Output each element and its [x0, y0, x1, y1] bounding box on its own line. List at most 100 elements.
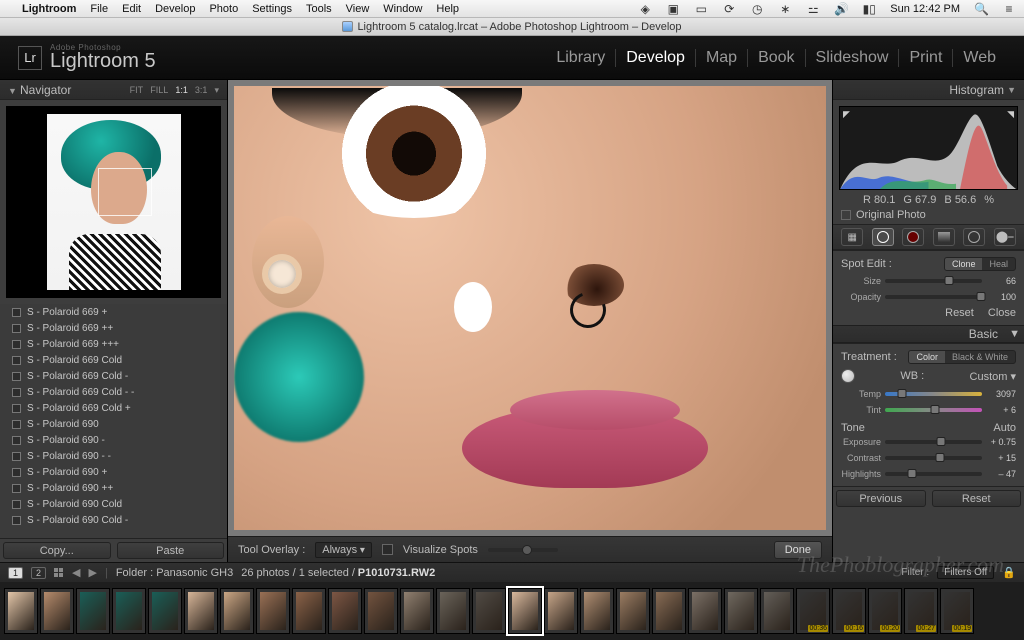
zoom-more-icon[interactable]: ▾	[214, 85, 219, 95]
zoom-3-1[interactable]: 3:1	[195, 85, 208, 95]
sync-icon[interactable]: ⟳	[722, 2, 736, 16]
filmstrip-thumb[interactable]	[652, 588, 686, 634]
clock[interactable]: Sun 12:42 PM	[890, 3, 960, 15]
filter-select[interactable]: Filters Off	[937, 566, 994, 579]
module-library[interactable]: Library	[546, 49, 616, 67]
filmstrip-thumb[interactable]	[400, 588, 434, 634]
mac-menubar[interactable]: Lightroom File Edit Develop Photo Settin…	[0, 0, 1024, 18]
done-button[interactable]: Done	[774, 541, 822, 559]
spot-clone[interactable]: Clone	[945, 258, 983, 270]
volume-icon[interactable]: 🔊	[834, 2, 848, 16]
filmstrip-thumb[interactable]	[148, 588, 182, 634]
heal-spot-overlay[interactable]	[454, 282, 492, 332]
zoom-fit[interactable]: FIT	[130, 85, 144, 95]
module-map[interactable]: Map	[696, 49, 748, 67]
module-print[interactable]: Print	[899, 49, 953, 67]
battery-icon[interactable]: ▮▯	[862, 2, 876, 16]
preset-item[interactable]: S - Polaroid 669 Cold +	[0, 400, 227, 416]
filmstrip-thumb[interactable]	[472, 588, 506, 634]
menu-settings[interactable]: Settings	[252, 3, 292, 15]
filmstrip-thumb[interactable]	[688, 588, 722, 634]
menu-help[interactable]: Help	[436, 3, 459, 15]
bluetooth-icon[interactable]: ∗	[778, 2, 792, 16]
histogram-header[interactable]: Histogram ▼	[833, 80, 1024, 100]
visualize-slider[interactable]	[488, 548, 558, 552]
filmstrip-thumb[interactable]	[508, 588, 542, 634]
spot-close[interactable]: Close	[988, 307, 1016, 319]
preset-item[interactable]: S - Polaroid 690	[0, 416, 227, 432]
reset-button[interactable]: Reset	[932, 490, 1022, 507]
filmstrip-thumb[interactable]	[184, 588, 218, 634]
filmstrip-thumb[interactable]	[292, 588, 326, 634]
copy-button[interactable]: Copy...	[3, 542, 111, 559]
filmstrip-thumb[interactable]: 00:36	[796, 588, 830, 634]
opacity-slider[interactable]	[885, 295, 982, 299]
visualize-checkbox[interactable]	[382, 544, 393, 555]
tint-slider[interactable]	[885, 408, 982, 412]
navigator-preview[interactable]	[6, 106, 221, 298]
dropbox-icon[interactable]: ◈	[638, 2, 652, 16]
filmstrip-thumb[interactable]: 00:27	[904, 588, 938, 634]
notifications-icon[interactable]: ≡	[1002, 2, 1016, 16]
filmstrip-thumb[interactable]	[436, 588, 470, 634]
filmstrip-thumb[interactable]: 00:19	[940, 588, 974, 634]
menu-tools[interactable]: Tools	[306, 3, 332, 15]
filmstrip-thumb[interactable]	[364, 588, 398, 634]
filmstrip-thumb[interactable]	[256, 588, 290, 634]
module-develop[interactable]: Develop	[616, 49, 696, 67]
filmstrip-thumb[interactable]	[616, 588, 650, 634]
gradient-tool[interactable]	[933, 228, 955, 246]
app-menu[interactable]: Lightroom	[22, 3, 76, 15]
disclose-icon[interactable]: ▼	[1007, 85, 1016, 95]
menu-develop[interactable]: Develop	[155, 3, 195, 15]
menu-photo[interactable]: Photo	[209, 3, 238, 15]
preset-item[interactable]: S - Polaroid 690 Cold	[0, 496, 227, 512]
filmstrip-thumb[interactable]	[328, 588, 362, 634]
filmstrip-thumb[interactable]	[220, 588, 254, 634]
main-window-toggle[interactable]: 1	[8, 567, 23, 579]
contrast-slider[interactable]	[885, 456, 982, 460]
basic-header[interactable]: Basic ▼	[833, 325, 1024, 343]
treatment-bw[interactable]: Black & White	[945, 351, 1015, 363]
filmstrip-thumb[interactable]	[544, 588, 578, 634]
image-canvas[interactable]	[234, 86, 826, 530]
paste-button[interactable]: Paste	[117, 542, 225, 559]
preset-item[interactable]: S - Polaroid 690 Cold -	[0, 512, 227, 528]
preset-item[interactable]: S - Polaroid 669 +++	[0, 336, 227, 352]
preset-item[interactable]: S - Polaroid 669 Cold - -	[0, 384, 227, 400]
filmstrip-thumb[interactable]	[76, 588, 110, 634]
filmstrip-thumb[interactable]	[724, 588, 758, 634]
preset-item[interactable]: S - Polaroid 690 - -	[0, 448, 227, 464]
preset-item[interactable]: S - Polaroid 669 Cold -	[0, 368, 227, 384]
nav-fwd-icon[interactable]: ▶	[89, 566, 97, 579]
temp-slider[interactable]	[885, 392, 982, 396]
filmstrip-thumb[interactable]	[112, 588, 146, 634]
module-slideshow[interactable]: Slideshow	[806, 49, 900, 67]
nav-back-icon[interactable]: ◀	[72, 566, 80, 579]
auto-tone-button[interactable]: Auto	[993, 422, 1016, 434]
previous-button[interactable]: Previous	[836, 490, 926, 507]
filmstrip-thumb[interactable]	[40, 588, 74, 634]
second-window-toggle[interactable]: 2	[31, 567, 46, 579]
filmstrip-thumb[interactable]: 00:20	[868, 588, 902, 634]
treatment-color[interactable]: Color	[909, 351, 945, 363]
zoom-1-1[interactable]: 1:1	[175, 85, 188, 95]
timemachine-icon[interactable]: ◷	[750, 2, 764, 16]
tool-overlay-select[interactable]: Always ▾	[315, 542, 372, 558]
brush-tool[interactable]: ⬤⎯	[994, 228, 1016, 246]
wb-select[interactable]: Custom ▾	[970, 370, 1016, 383]
exposure-slider[interactable]	[885, 440, 982, 444]
grid-view-icon[interactable]	[54, 568, 64, 578]
highlights-slider[interactable]	[885, 472, 982, 476]
menu-file[interactable]: File	[90, 3, 108, 15]
menu-window[interactable]: Window	[383, 3, 422, 15]
menu-edit[interactable]: Edit	[122, 3, 141, 15]
radial-tool[interactable]	[963, 228, 985, 246]
size-slider[interactable]	[885, 279, 982, 283]
disclose-icon[interactable]: ▼	[8, 86, 17, 96]
preset-item[interactable]: S - Polaroid 669 ++	[0, 320, 227, 336]
filter-lock-icon[interactable]: 🔒	[1002, 566, 1016, 579]
preset-item[interactable]: S - Polaroid 690 -	[0, 432, 227, 448]
crop-tool[interactable]: ▦	[841, 228, 863, 246]
module-book[interactable]: Book	[748, 49, 805, 67]
